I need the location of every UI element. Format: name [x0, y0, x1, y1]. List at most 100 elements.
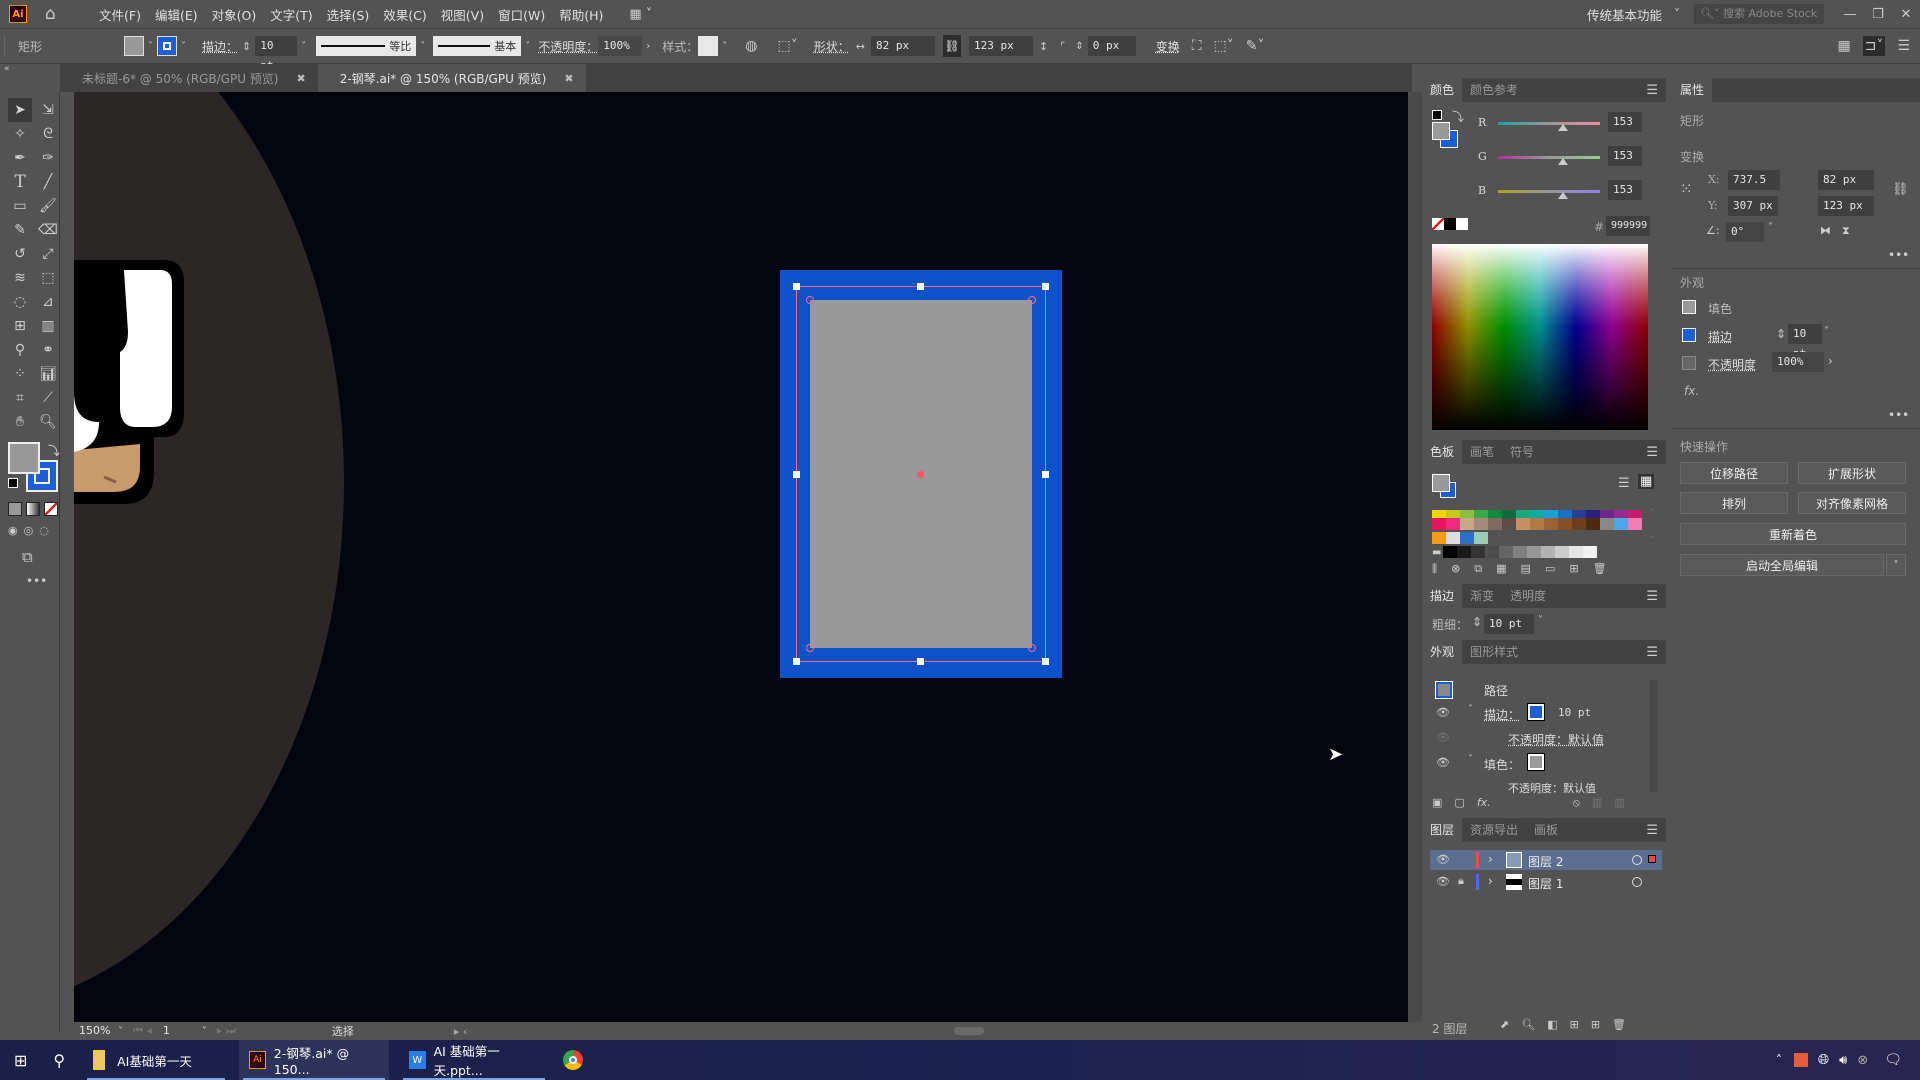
free-transform-tool-icon[interactable]: ⬚ — [36, 266, 60, 290]
swatch[interactable] — [1530, 518, 1544, 530]
draw-normal-icon[interactable]: ◉ — [8, 524, 18, 537]
more-options-icon[interactable]: ••• — [1888, 248, 1909, 262]
grid-view-icon[interactable]: ▦ — [1638, 474, 1655, 489]
clipping-mask-icon[interactable]: ◧ — [1547, 1018, 1557, 1031]
add-fill-icon[interactable]: ▢ — [1454, 796, 1464, 810]
symbol-sprayer-tool-icon[interactable]: ⁘ — [8, 362, 32, 386]
swatch[interactable] — [1600, 510, 1614, 518]
stepper-icon[interactable]: ⇕ — [1472, 615, 1482, 629]
draw-behind-icon[interactable]: ◎ — [24, 524, 34, 537]
shape-builder-tool-icon[interactable]: ◌ — [8, 290, 32, 314]
stepper-icon[interactable]: ⇕ — [1075, 41, 1083, 52]
mesh-tool-icon[interactable]: ⊞ — [8, 314, 32, 338]
swatch[interactable] — [1558, 518, 1572, 530]
menu-edit[interactable]: 编辑(E) — [155, 5, 198, 24]
resize-handle[interactable] — [1042, 471, 1049, 478]
b-input[interactable]: 153 — [1608, 180, 1642, 200]
eye-icon[interactable]: 👁︎ — [1436, 853, 1450, 866]
panel-menu-icon[interactable]: ☰ — [1897, 38, 1910, 54]
swatch[interactable] — [1443, 546, 1458, 558]
collapse-toolbar-icon[interactable]: « — [4, 64, 10, 74]
swatch[interactable] — [1446, 532, 1460, 544]
swatch[interactable] — [1474, 518, 1488, 530]
resize-handle[interactable] — [1042, 658, 1049, 665]
swatch[interactable] — [1516, 510, 1530, 518]
swatch[interactable] — [1541, 546, 1556, 558]
new-layer-icon[interactable]: ⊞ — [1591, 1018, 1600, 1031]
eraser-tool-icon[interactable]: ⌫ — [36, 218, 60, 242]
fill-swatch[interactable] — [124, 36, 144, 56]
swatch[interactable] — [1586, 510, 1600, 518]
rotate-tool-icon[interactable]: ↺ — [8, 242, 32, 266]
blend-tool-icon[interactable]: ⚭ — [36, 338, 60, 362]
swatch[interactable] — [1457, 546, 1472, 558]
eye-icon[interactable]: 👁︎ — [1436, 731, 1450, 744]
stroke-swatch[interactable] — [157, 36, 177, 56]
resize-handle[interactable] — [917, 283, 924, 290]
b-slider[interactable] — [1498, 190, 1600, 193]
chevron-down-icon[interactable]: ˅ — [1468, 754, 1473, 765]
offset-path-button[interactable]: 位移路径 — [1680, 462, 1788, 484]
fill-opacity-label[interactable]: 不透明度：默认值 — [1508, 780, 1596, 796]
stroke-label[interactable]: 描边 — [1708, 328, 1732, 345]
brush-definition[interactable]: 基本 — [433, 36, 522, 56]
lock-icon[interactable]: 🔒︎ — [1458, 874, 1464, 888]
swatch[interactable] — [1460, 532, 1474, 544]
restore-icon[interactable]: ❐ — [1864, 7, 1892, 22]
scale-tool-icon[interactable]: ⤢ — [36, 242, 60, 266]
zoom-level[interactable]: 150% — [74, 1021, 114, 1041]
arrange-documents-icon[interactable]: ▦ ˅ — [629, 7, 652, 22]
home-icon[interactable]: ⌂ — [45, 6, 63, 23]
artboard-tool-icon[interactable]: ⌗ — [8, 386, 32, 410]
lasso-tool-icon[interactable]: ᘓ — [36, 122, 60, 146]
swatch[interactable] — [1558, 510, 1572, 518]
flip-vertical-icon[interactable]: ⧗ — [1842, 224, 1850, 238]
resize-handle[interactable] — [1042, 283, 1049, 290]
swatch[interactable] — [1471, 546, 1486, 558]
new-sublayer-icon[interactable]: ⊞ — [1570, 1018, 1579, 1031]
search-icon[interactable]: ⚲ — [53, 1051, 65, 1070]
chevron-right-icon[interactable]: › — [646, 41, 650, 52]
chevron-right-icon[interactable]: › — [1828, 354, 1833, 368]
fill-indicator[interactable] — [1432, 122, 1450, 140]
chevron-down-icon[interactable]: ˅ — [202, 1026, 207, 1037]
swatch[interactable] — [1513, 546, 1528, 558]
edit-toolbar-icon[interactable]: ✎˅ — [1246, 38, 1265, 54]
selection-indicator[interactable] — [1648, 855, 1656, 863]
magic-wand-tool-icon[interactable]: ✧ — [8, 122, 32, 146]
transform-link[interactable]: 变换 — [1156, 38, 1180, 55]
swatch[interactable] — [1488, 510, 1502, 518]
action-center-icon[interactable]: 🗨︎ — [1884, 1052, 1902, 1068]
swatch[interactable] — [1569, 546, 1584, 558]
more-options-icon[interactable]: ••• — [1888, 408, 1909, 422]
network-icon[interactable]: 🌐︎ — [1818, 1052, 1829, 1068]
white-swatch[interactable] — [1456, 218, 1468, 230]
swatch[interactable] — [1488, 518, 1502, 530]
opacity-input[interactable]: 100% — [598, 36, 643, 56]
swatch[interactable] — [1583, 546, 1598, 558]
show-kinds-icon[interactable]: ⊗ — [1451, 562, 1460, 576]
h-input[interactable]: 123 px — [1818, 196, 1874, 216]
layer-row-1[interactable]: 👁︎ 🔒︎ › 图层 1 — [1430, 872, 1662, 892]
stroke-row-label[interactable]: 描边： — [1484, 706, 1520, 723]
chevron-right-icon[interactable]: › — [1488, 852, 1493, 866]
gradient-mode-icon[interactable] — [26, 502, 40, 516]
delete-item-icon[interactable]: ▥ — [1614, 796, 1624, 810]
pen-tool-icon[interactable]: ✒ — [8, 146, 32, 170]
tab-untitled-6[interactable]: 未标题-6* @ 50% (RGB/GPU 预览) ✖ — [60, 64, 318, 92]
taskbar-app-illustrator[interactable]: Ai 2-钢琴.ai* @ 150... — [239, 1040, 390, 1080]
stepper-icon[interactable]: ⇕ — [1776, 327, 1786, 341]
stroke-opacity-label[interactable]: 不透明度：默认值 — [1508, 731, 1604, 748]
align-icon[interactable]: ⬚˅ — [777, 38, 797, 54]
stroke-weight-input[interactable]: 10 pt — [1788, 324, 1822, 360]
resize-handle[interactable] — [793, 471, 800, 478]
line-tool-icon[interactable]: ╱ — [36, 170, 60, 194]
add-stroke-icon[interactable]: ▣ — [1432, 796, 1442, 810]
none-mode-icon[interactable] — [44, 502, 58, 516]
chevron-down-icon[interactable]: ˅ — [118, 1026, 123, 1037]
g-input[interactable]: 153 — [1608, 146, 1642, 166]
swatch[interactable] — [1555, 546, 1570, 558]
resize-handle[interactable] — [793, 658, 800, 665]
default-colors-icon[interactable] — [1432, 110, 1442, 120]
corner-widget[interactable] — [806, 644, 814, 652]
